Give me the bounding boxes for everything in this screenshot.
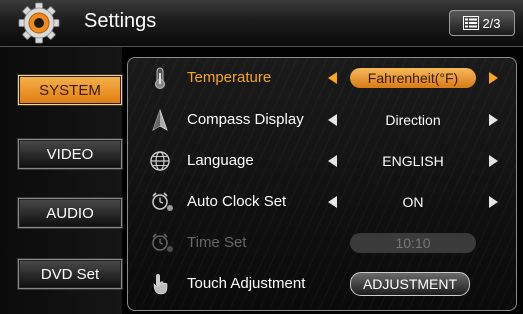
compass-icon: [152, 108, 168, 131]
sidebar-item-dvd-set[interactable]: DVD Set: [18, 259, 122, 289]
setting-row-auto-clock-set: Auto Clock Set ON: [128, 184, 516, 220]
sidebar-item-system[interactable]: SYSTEM: [18, 75, 122, 105]
arrow-left-icon[interactable]: [328, 114, 337, 126]
page-indicator: 2/3: [482, 15, 501, 31]
setting-value: Fahrenheit(°F): [350, 68, 476, 88]
alarm-clock-icon: [152, 233, 173, 252]
setting-label: Touch Adjustment: [187, 275, 306, 292]
arrow-right-icon[interactable]: [489, 155, 498, 167]
list-page-icon: [463, 16, 480, 30]
alarm-clock-icon: [152, 192, 173, 211]
gear-icon: [18, 2, 60, 44]
arrow-right-icon[interactable]: [489, 72, 498, 84]
setting-row-compass-display: Compass Display Direction: [128, 102, 516, 138]
arrow-left-icon[interactable]: [328, 155, 337, 167]
setting-value: ENGLISH: [382, 153, 444, 169]
sidebar-item-video[interactable]: VIDEO: [18, 139, 122, 169]
setting-row-time-set: Time Set 10:10: [128, 225, 516, 261]
setting-row-language: Language ENGLISH: [128, 143, 516, 179]
setting-label: Language: [187, 152, 254, 169]
globe-icon: [150, 151, 170, 171]
setting-label: Time Set: [187, 234, 247, 251]
arrow-left-icon[interactable]: [328, 72, 337, 84]
page-switch-button[interactable]: 2/3: [449, 10, 515, 36]
thermometer-icon: [155, 67, 165, 89]
setting-label: Auto Clock Set: [187, 193, 287, 210]
sidebar-item-audio[interactable]: AUDIO: [18, 198, 122, 228]
time-set-field: 10:10: [350, 233, 476, 253]
sidebar: SYSTEM VIDEO AUDIO DVD Set: [0, 47, 122, 314]
page-title: Settings: [84, 10, 157, 32]
setting-label: Compass Display: [187, 111, 304, 128]
setting-row-temperature: Temperature Fahrenheit(°F): [128, 60, 516, 96]
arrow-right-icon[interactable]: [489, 196, 498, 208]
arrow-left-icon[interactable]: [328, 196, 337, 208]
setting-value: Direction: [385, 112, 441, 128]
settings-panel: Temperature Fahrenheit(°F) Compass Displ…: [127, 57, 517, 311]
setting-value: ON: [402, 194, 424, 210]
arrow-right-icon[interactable]: [489, 114, 498, 126]
setting-label: Temperature: [187, 69, 272, 86]
touch-hand-icon: [153, 274, 168, 295]
setting-row-touch-adjustment: Touch Adjustment ADJUSTMENT: [128, 266, 516, 302]
adjustment-button[interactable]: ADJUSTMENT: [350, 272, 470, 296]
top-bar: Settings 2/3: [0, 0, 523, 47]
